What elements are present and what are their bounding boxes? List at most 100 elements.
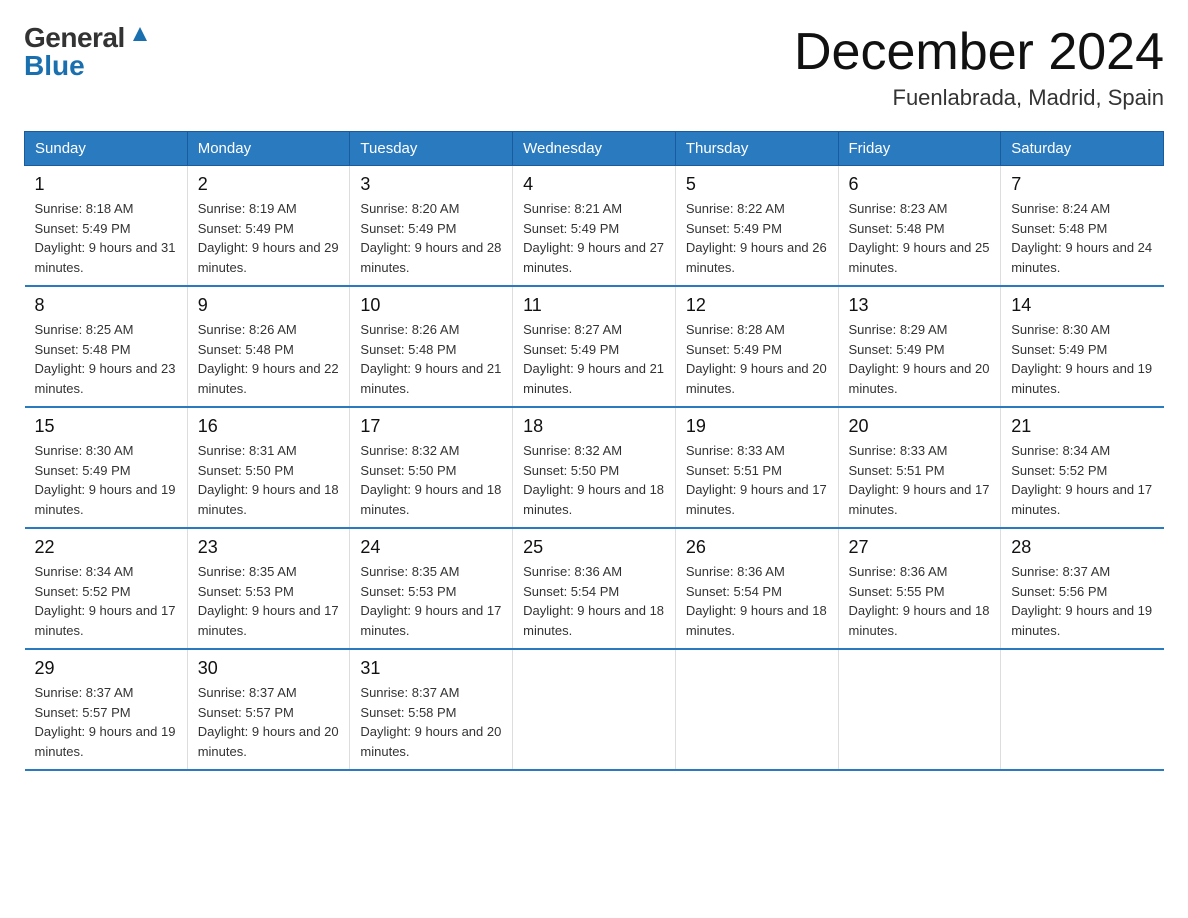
day-number: 27 — [849, 537, 991, 558]
day-number: 13 — [849, 295, 991, 316]
calendar-cell: 14 Sunrise: 8:30 AMSunset: 5:49 PMDayligh… — [1001, 286, 1164, 407]
day-info: Sunrise: 8:37 AMSunset: 5:58 PMDaylight:… — [360, 683, 502, 761]
title-block: December 2024 Fuenlabrada, Madrid, Spain — [794, 24, 1164, 111]
day-number: 15 — [35, 416, 177, 437]
day-info: Sunrise: 8:37 AMSunset: 5:56 PMDaylight:… — [1011, 562, 1153, 640]
calendar-week-row: 22 Sunrise: 8:34 AMSunset: 5:52 PMDayligh… — [25, 528, 1164, 649]
day-info: Sunrise: 8:35 AMSunset: 5:53 PMDaylight:… — [198, 562, 340, 640]
day-number: 9 — [198, 295, 340, 316]
day-number: 20 — [849, 416, 991, 437]
day-number: 8 — [35, 295, 177, 316]
location-title: Fuenlabrada, Madrid, Spain — [794, 85, 1164, 111]
day-number: 30 — [198, 658, 340, 679]
day-number: 28 — [1011, 537, 1153, 558]
day-info: Sunrise: 8:33 AMSunset: 5:51 PMDaylight:… — [686, 441, 828, 519]
day-info: Sunrise: 8:30 AMSunset: 5:49 PMDaylight:… — [1011, 320, 1153, 398]
day-number: 1 — [35, 174, 177, 195]
header-saturday: Saturday — [1001, 132, 1164, 166]
calendar-week-row: 15 Sunrise: 8:30 AMSunset: 5:49 PMDayligh… — [25, 407, 1164, 528]
day-info: Sunrise: 8:34 AMSunset: 5:52 PMDaylight:… — [35, 562, 177, 640]
day-info: Sunrise: 8:24 AMSunset: 5:48 PMDaylight:… — [1011, 199, 1153, 277]
day-number: 16 — [198, 416, 340, 437]
calendar-cell: 11 Sunrise: 8:27 AMSunset: 5:49 PMDayligh… — [513, 286, 676, 407]
calendar-cell: 27 Sunrise: 8:36 AMSunset: 5:55 PMDayligh… — [838, 528, 1001, 649]
day-number: 11 — [523, 295, 665, 316]
calendar-cell: 20 Sunrise: 8:33 AMSunset: 5:51 PMDayligh… — [838, 407, 1001, 528]
day-info: Sunrise: 8:36 AMSunset: 5:55 PMDaylight:… — [849, 562, 991, 640]
day-info: Sunrise: 8:36 AMSunset: 5:54 PMDaylight:… — [686, 562, 828, 640]
day-number: 14 — [1011, 295, 1153, 316]
header-thursday: Thursday — [675, 132, 838, 166]
header-monday: Monday — [187, 132, 350, 166]
calendar-cell — [838, 649, 1001, 770]
calendar-week-row: 8 Sunrise: 8:25 AMSunset: 5:48 PMDaylight… — [25, 286, 1164, 407]
header-friday: Friday — [838, 132, 1001, 166]
header-row: Sunday Monday Tuesday Wednesday Thursday… — [25, 132, 1164, 166]
page-header: General Blue December 2024 Fuenlabrada, … — [24, 24, 1164, 111]
day-number: 7 — [1011, 174, 1153, 195]
day-info: Sunrise: 8:22 AMSunset: 5:49 PMDaylight:… — [686, 199, 828, 277]
calendar-cell: 19 Sunrise: 8:33 AMSunset: 5:51 PMDayligh… — [675, 407, 838, 528]
day-number: 17 — [360, 416, 502, 437]
calendar-cell: 15 Sunrise: 8:30 AMSunset: 5:49 PMDayligh… — [25, 407, 188, 528]
header-tuesday: Tuesday — [350, 132, 513, 166]
calendar-body: 1 Sunrise: 8:18 AMSunset: 5:49 PMDaylight… — [25, 166, 1164, 771]
calendar-cell: 7 Sunrise: 8:24 AMSunset: 5:48 PMDaylight… — [1001, 166, 1164, 287]
calendar-cell: 1 Sunrise: 8:18 AMSunset: 5:49 PMDaylight… — [25, 166, 188, 287]
day-info: Sunrise: 8:27 AMSunset: 5:49 PMDaylight:… — [523, 320, 665, 398]
logo-triangle-icon — [129, 23, 151, 45]
day-number: 24 — [360, 537, 502, 558]
day-number: 5 — [686, 174, 828, 195]
calendar-cell — [675, 649, 838, 770]
day-info: Sunrise: 8:26 AMSunset: 5:48 PMDaylight:… — [198, 320, 340, 398]
calendar-cell: 6Sunrise: 8:23 AMSunset: 5:48 PMDaylight… — [838, 166, 1001, 287]
calendar-cell: 2 Sunrise: 8:19 AMSunset: 5:49 PMDaylight… — [187, 166, 350, 287]
day-info: Sunrise: 8:18 AMSunset: 5:49 PMDaylight:… — [35, 199, 177, 277]
calendar-cell: 5 Sunrise: 8:22 AMSunset: 5:49 PMDaylight… — [675, 166, 838, 287]
day-info: Sunrise: 8:36 AMSunset: 5:54 PMDaylight:… — [523, 562, 665, 640]
day-number: 22 — [35, 537, 177, 558]
calendar-cell: 25Sunrise: 8:36 AMSunset: 5:54 PMDayligh… — [513, 528, 676, 649]
day-number: 18 — [523, 416, 665, 437]
day-info: Sunrise: 8:37 AMSunset: 5:57 PMDaylight:… — [35, 683, 177, 761]
day-number: 6 — [849, 174, 991, 195]
calendar-cell: 3Sunrise: 8:20 AMSunset: 5:49 PMDaylight… — [350, 166, 513, 287]
calendar-cell: 26 Sunrise: 8:36 AMSunset: 5:54 PMDayligh… — [675, 528, 838, 649]
day-info: Sunrise: 8:32 AMSunset: 5:50 PMDaylight:… — [523, 441, 665, 519]
day-number: 31 — [360, 658, 502, 679]
day-info: Sunrise: 8:29 AMSunset: 5:49 PMDaylight:… — [849, 320, 991, 398]
day-number: 3 — [360, 174, 502, 195]
calendar-cell: 12Sunrise: 8:28 AMSunset: 5:49 PMDayligh… — [675, 286, 838, 407]
day-number: 12 — [686, 295, 828, 316]
day-number: 19 — [686, 416, 828, 437]
day-info: Sunrise: 8:31 AMSunset: 5:50 PMDaylight:… — [198, 441, 340, 519]
calendar-cell: 18 Sunrise: 8:32 AMSunset: 5:50 PMDayligh… — [513, 407, 676, 528]
day-info: Sunrise: 8:30 AMSunset: 5:49 PMDaylight:… — [35, 441, 177, 519]
calendar-cell: 21Sunrise: 8:34 AMSunset: 5:52 PMDayligh… — [1001, 407, 1164, 528]
logo-blue-text: Blue — [24, 52, 85, 80]
day-number: 23 — [198, 537, 340, 558]
day-info: Sunrise: 8:34 AMSunset: 5:52 PMDaylight:… — [1011, 441, 1153, 519]
calendar-cell: 28 Sunrise: 8:37 AMSunset: 5:56 PMDayligh… — [1001, 528, 1164, 649]
day-info: Sunrise: 8:19 AMSunset: 5:49 PMDaylight:… — [198, 199, 340, 277]
day-info: Sunrise: 8:32 AMSunset: 5:50 PMDaylight:… — [360, 441, 502, 519]
calendar-cell: 23 Sunrise: 8:35 AMSunset: 5:53 PMDayligh… — [187, 528, 350, 649]
logo-general-text: General — [24, 24, 125, 52]
calendar-cell: 30Sunrise: 8:37 AMSunset: 5:57 PMDayligh… — [187, 649, 350, 770]
day-number: 2 — [198, 174, 340, 195]
day-info: Sunrise: 8:35 AMSunset: 5:53 PMDaylight:… — [360, 562, 502, 640]
day-number: 4 — [523, 174, 665, 195]
day-info: Sunrise: 8:25 AMSunset: 5:48 PMDaylight:… — [35, 320, 177, 398]
day-number: 26 — [686, 537, 828, 558]
calendar-cell: 31 Sunrise: 8:37 AMSunset: 5:58 PMDayligh… — [350, 649, 513, 770]
day-info: Sunrise: 8:21 AMSunset: 5:49 PMDaylight:… — [523, 199, 665, 277]
calendar-cell: 8 Sunrise: 8:25 AMSunset: 5:48 PMDaylight… — [25, 286, 188, 407]
calendar-week-row: 29Sunrise: 8:37 AMSunset: 5:57 PMDayligh… — [25, 649, 1164, 770]
day-info: Sunrise: 8:33 AMSunset: 5:51 PMDaylight:… — [849, 441, 991, 519]
header-wednesday: Wednesday — [513, 132, 676, 166]
calendar-cell: 16 Sunrise: 8:31 AMSunset: 5:50 PMDayligh… — [187, 407, 350, 528]
calendar-cell: 4 Sunrise: 8:21 AMSunset: 5:49 PMDaylight… — [513, 166, 676, 287]
calendar-cell: 22 Sunrise: 8:34 AMSunset: 5:52 PMDayligh… — [25, 528, 188, 649]
calendar-cell: 10Sunrise: 8:26 AMSunset: 5:48 PMDayligh… — [350, 286, 513, 407]
calendar-cell — [513, 649, 676, 770]
